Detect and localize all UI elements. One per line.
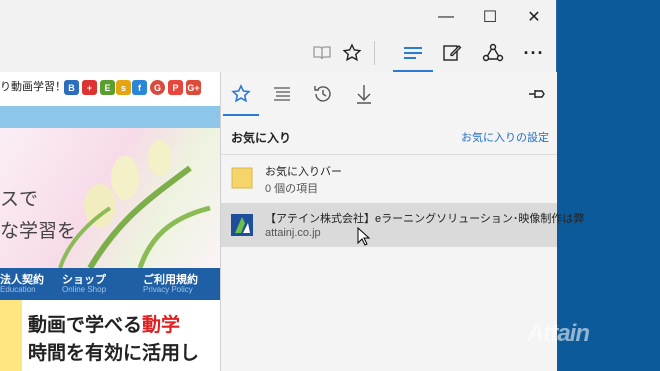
- feedly-icon[interactable]: f: [132, 80, 147, 95]
- history-tab[interactable]: [303, 72, 343, 116]
- pin-icon[interactable]: [527, 84, 547, 104]
- folder-item-count: 0 個の項目: [265, 183, 319, 195]
- more-icon[interactable]: ···: [516, 34, 552, 72]
- evernote-icon[interactable]: E: [100, 80, 115, 95]
- banner-top-band: [0, 106, 220, 128]
- promo-line-2: 時間を有効に活用し: [28, 343, 200, 364]
- share-icon[interactable]: s: [116, 80, 131, 95]
- maximize-button[interactable]: ☐: [468, 0, 512, 34]
- favorites-tab[interactable]: [221, 72, 261, 116]
- nav-shop-sub: Online Shop: [62, 285, 107, 294]
- favorite-title: 【アテイン株式会社】eラーニングソリューション･映像制作は弊: [265, 213, 585, 225]
- hub-panel: お気に入り お気に入りの設定 お気に入りバー 0 個の項目 【アテイン株式会社】…: [220, 72, 584, 371]
- banner-line-1: スで: [0, 189, 39, 210]
- history-icon: [314, 86, 331, 102]
- promo-side-block: [0, 300, 22, 371]
- headline-text: 動画学習！: [11, 81, 66, 93]
- favorites-bar-folder[interactable]: お気に入りバー 0 個の項目: [221, 156, 557, 200]
- favorite-attain-item[interactable]: 【アテイン株式会社】eラーニングソリューション･映像制作は弊 attainj.c…: [221, 203, 584, 247]
- banner-line-2: な学習を: [0, 221, 77, 242]
- close-button[interactable]: ✕: [512, 0, 556, 34]
- browser-toolbar: ···: [0, 34, 556, 72]
- headline-prefix: り: [0, 81, 11, 93]
- folder-name: お気に入りバー: [265, 166, 342, 178]
- favorite-star-icon[interactable]: [334, 34, 370, 72]
- download-arrow-icon: [357, 85, 371, 104]
- minimize-button[interactable]: —: [424, 0, 468, 34]
- favorites-tab-indicator: [223, 114, 259, 116]
- google-plus-icon[interactable]: G+: [186, 80, 201, 95]
- browser-window: — ☐ ✕ ··· り動画学習！ B + E s f G P G+ スで な学習…: [0, 0, 584, 371]
- reading-list-icon: [274, 87, 290, 101]
- toolbar-separator: [374, 41, 375, 65]
- favorites-settings-link[interactable]: お気に入りの設定: [461, 129, 549, 145]
- promo-line-1-highlight: 動学: [142, 315, 181, 336]
- page-headline: り動画学習！: [0, 78, 66, 94]
- pocket-icon[interactable]: P: [168, 80, 183, 95]
- add-icon[interactable]: +: [82, 80, 97, 95]
- web-page: り動画学習！ B + E s f G P G+ スで な学習を 法人契約 Edu…: [0, 72, 220, 371]
- attain-watermark-logo: Attain: [527, 320, 590, 347]
- promo-section: 動画で学べる動学 時間を有効に活用し: [0, 300, 220, 371]
- hatena-bookmark-icon[interactable]: B: [64, 80, 79, 95]
- promo-line-1: 動画で学べる動学: [28, 310, 180, 337]
- favorites-heading: お気に入り: [231, 131, 292, 145]
- hero-banner: スで な学習を: [0, 128, 220, 268]
- google-icon[interactable]: G: [150, 80, 165, 95]
- share-icon[interactable]: [475, 34, 511, 72]
- reading-list-tab[interactable]: [262, 72, 302, 116]
- attain-logo-icon: [231, 214, 253, 236]
- nav-corporate-sub: Education: [0, 285, 36, 294]
- favorite-url: attainj.co.jp: [265, 227, 321, 239]
- favorites-star-icon: [231, 84, 251, 103]
- folder-icon: [231, 167, 253, 189]
- hub-icon[interactable]: [395, 34, 431, 72]
- promo-line-1-text: 動画で学べる: [28, 315, 143, 336]
- hub-tabs: [221, 72, 557, 116]
- mouse-cursor-icon: [357, 227, 371, 246]
- nav-terms-sub: Privacy Policy: [143, 285, 193, 294]
- page-header-strip: り動画学習！ B + E s f G P G+: [0, 72, 220, 107]
- downloads-tab[interactable]: [344, 72, 384, 116]
- site-nav: 法人契約 Education ショップ Online Shop ご利用規約 Pr…: [0, 268, 220, 300]
- title-bar: — ☐ ✕: [0, 0, 556, 34]
- web-note-icon[interactable]: [434, 34, 470, 72]
- hub-divider: [221, 154, 557, 155]
